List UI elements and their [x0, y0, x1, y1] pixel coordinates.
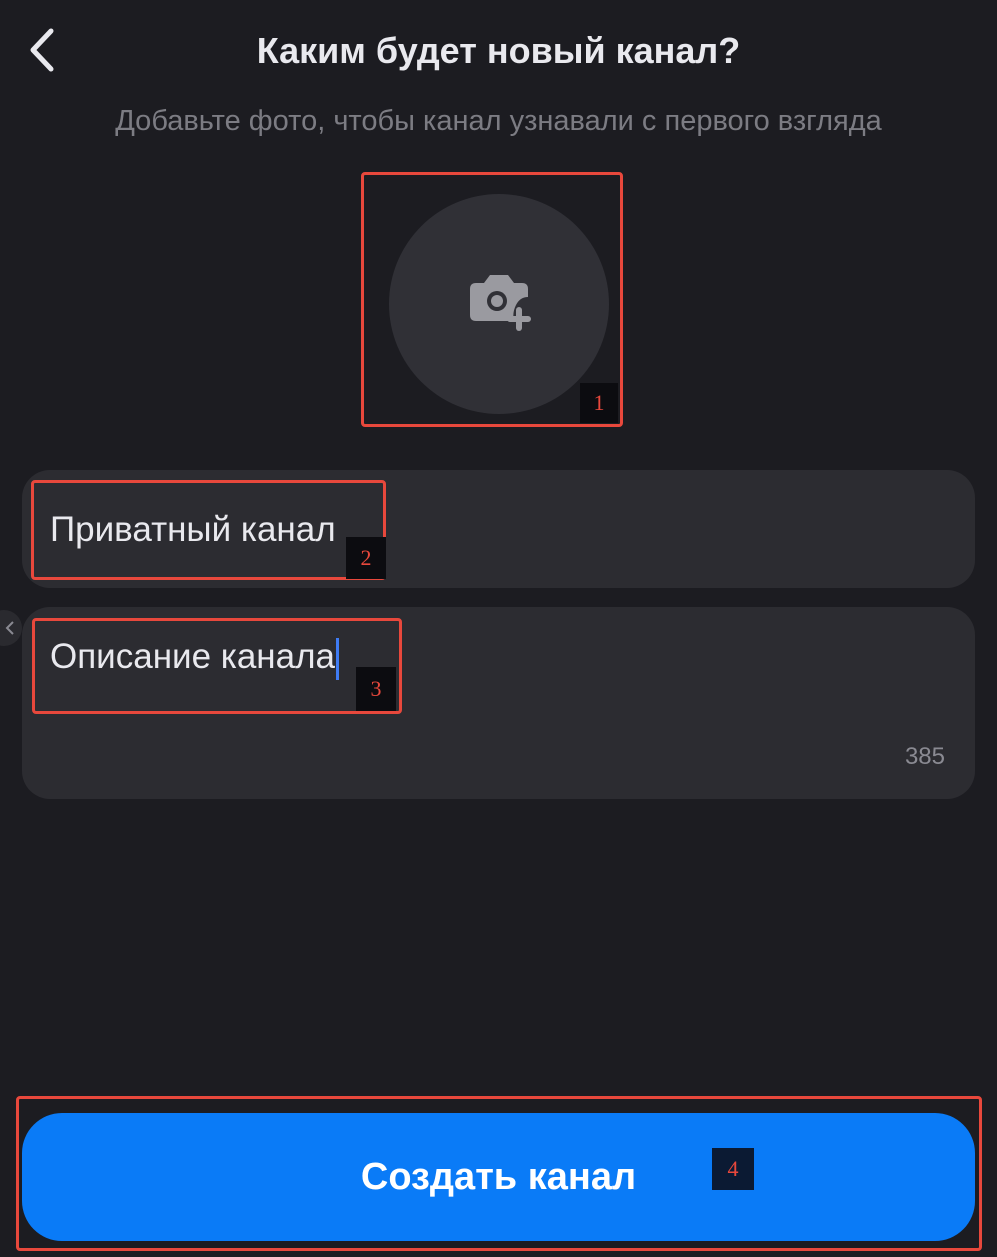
annotation-box-4 [16, 1096, 982, 1251]
annotation-marker-4: 4 [712, 1148, 754, 1190]
edge-handle[interactable] [0, 610, 22, 646]
annotation-marker-3: 3 [356, 667, 396, 711]
annotation-box-3 [32, 618, 402, 714]
annotation-marker-1: 1 [580, 383, 618, 423]
create-channel-screen: Каким будет новый канал? Добавьте фото, … [0, 0, 997, 1257]
annotation-marker-2: 2 [346, 537, 386, 579]
character-counter: 385 [904, 743, 945, 770]
chevron-left-small-icon [5, 621, 14, 635]
page-subtitle: Добавьте фото, чтобы канал узнавали с пе… [115, 105, 882, 137]
page-title: Каким будет новый канал? [256, 30, 741, 71]
annotation-box-2 [31, 480, 386, 580]
